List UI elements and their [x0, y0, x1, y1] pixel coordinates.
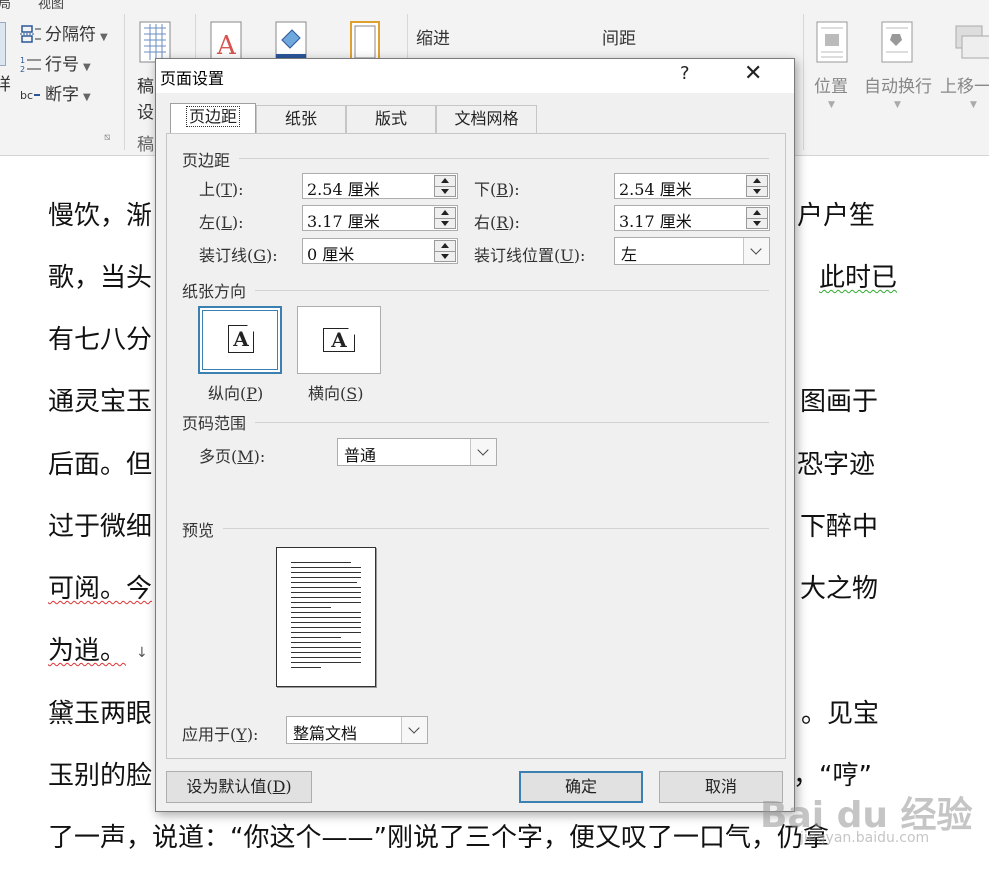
spin-up-icon[interactable]	[434, 240, 456, 251]
gutter-position-label: 装订线位置(U):	[474, 246, 586, 265]
spin-up-icon[interactable]	[434, 175, 456, 186]
spin-down-icon[interactable]	[746, 218, 768, 229]
tab-paper[interactable]: 纸张	[256, 105, 346, 133]
menu-layout[interactable]: 局	[0, 0, 11, 12]
margins-group-title: 页边距	[182, 151, 231, 170]
spin-down-icon[interactable]	[746, 186, 768, 197]
landscape-button[interactable]: A	[297, 306, 381, 374]
dialog-launcher-icon[interactable]: ⧅	[104, 132, 110, 143]
group-divider	[223, 528, 769, 529]
set-default-button[interactable]: 设为默认值(D)	[166, 771, 312, 803]
chevron-down-icon[interactable]	[743, 238, 769, 264]
bottom-margin-label: 下(B):	[474, 180, 520, 199]
position-icon[interactable]	[813, 20, 853, 64]
apply-to-select[interactable]: 整篇文档	[286, 716, 428, 744]
spin-down-icon[interactable]	[434, 251, 456, 262]
spin-up-icon[interactable]	[434, 207, 456, 218]
preview-group-title: 预览	[182, 521, 215, 540]
baidu-watermark-logo: Bai du 经验 jingyan.baidu.com	[760, 786, 973, 856]
spin-up-icon[interactable]	[746, 175, 768, 186]
group-divider	[239, 158, 769, 159]
top-margin-input[interactable]: 2.54 厘米	[302, 173, 458, 199]
chevron-down-icon: ▼	[970, 100, 977, 110]
chevron-down-icon: ▼	[83, 92, 91, 103]
landscape-page-icon: A	[323, 328, 355, 352]
wrap-text-icon[interactable]	[878, 20, 918, 64]
chevron-down-icon: ▼	[83, 62, 91, 73]
close-icon[interactable]: ✕	[744, 61, 762, 86]
help-button[interactable]: ?	[680, 63, 690, 84]
preview-page-icon	[276, 547, 376, 687]
spin-up-icon[interactable]	[746, 207, 768, 218]
menu-view[interactable]: 视图	[38, 0, 64, 12]
page-setup-dialog: 页面设置 ? ✕ 页边距 纸张 版式 文档网格 页边距 上(T): 2.54 厘…	[155, 58, 795, 812]
hyphenation-button[interactable]: bc 断字 ▼	[20, 80, 91, 105]
group-divider	[255, 422, 769, 423]
group-divider	[255, 290, 769, 291]
portrait-label: 纵向(P)	[208, 384, 264, 403]
chevron-down-icon: ▼	[894, 100, 901, 110]
spin-down-icon[interactable]	[434, 218, 456, 229]
chevron-down-icon: ▼	[828, 100, 835, 110]
line-numbers-icon: 12	[20, 56, 41, 73]
bottom-margin-input[interactable]: 2.54 厘米	[614, 173, 770, 199]
orientation-group-title: 纸张方向	[182, 282, 247, 301]
pages-group-title: 页码范围	[182, 414, 247, 433]
spin-down-icon[interactable]	[434, 186, 456, 197]
bring-forward-label: 上移一	[940, 77, 989, 97]
top-margin-label: 上(T):	[199, 180, 244, 199]
spacing-label: 间距	[602, 29, 636, 49]
menu-bar: 局 视图	[0, 0, 989, 14]
left-margin-label: 左(L):	[199, 213, 244, 232]
portrait-page-icon: A	[228, 325, 254, 353]
margins-panel: 页边距 上(T): 2.54 厘米 下(B): 2.54 厘米 左(L): 3.…	[166, 133, 786, 759]
tab-document-grid[interactable]: 文档网格	[436, 105, 537, 133]
ok-button[interactable]: 确定	[519, 771, 643, 803]
line-numbers-label: 行号	[45, 55, 79, 75]
clipped-icon	[0, 22, 6, 66]
manuscript-label-2: 设	[137, 103, 154, 123]
svg-text:A: A	[216, 31, 237, 61]
paragraph-mark-icon: ↓	[136, 645, 148, 661]
line-numbers-button[interactable]: 1 2 行号 ▼	[20, 50, 91, 75]
chevron-down-icon: ▼	[100, 32, 108, 43]
breaks-icon	[20, 25, 41, 43]
multiple-pages-label: 多页(M):	[199, 447, 266, 466]
watermark-url: jingyan.baidu.com	[800, 830, 930, 846]
ribbon-separator	[124, 14, 125, 150]
wrap-text-label: 自动换行	[864, 77, 932, 97]
dialog-title: 页面设置	[160, 69, 225, 88]
multiple-pages-select[interactable]: 普通	[337, 438, 497, 466]
manuscript-group-label: 稿	[137, 135, 154, 155]
gutter-label: 装订线(G):	[199, 246, 278, 265]
chevron-down-icon[interactable]	[401, 717, 427, 743]
tab-layout[interactable]: 版式	[346, 105, 436, 133]
bring-forward-icon[interactable]	[952, 20, 989, 64]
apply-to-label: 应用于(Y):	[182, 725, 259, 744]
svg-text:bc: bc	[20, 89, 33, 102]
svg-text:1: 1	[20, 56, 25, 65]
breaks-label: 分隔符	[45, 25, 96, 45]
breaks-button[interactable]: 分隔符 ▼	[20, 20, 108, 45]
position-label: 位置	[814, 77, 848, 97]
landscape-label: 横向(S)	[308, 384, 364, 403]
manuscript-label-1: 稿	[137, 77, 154, 97]
ribbon-separator	[803, 14, 804, 150]
gutter-input[interactable]: 0 厘米	[302, 238, 458, 264]
svg-text:2: 2	[20, 65, 25, 73]
tab-margins[interactable]: 页边距	[170, 103, 256, 134]
indent-label: 缩进	[416, 29, 450, 49]
portrait-button[interactable]: A	[198, 306, 282, 374]
right-margin-label: 右(R):	[474, 213, 520, 232]
dialog-title-bar[interactable]: 页面设置 ? ✕	[156, 59, 794, 93]
hyphenation-label: 断字	[45, 85, 79, 105]
right-margin-input[interactable]: 3.17 厘米	[614, 205, 770, 231]
left-margin-input[interactable]: 3.17 厘米	[302, 205, 458, 231]
hyphenation-icon: bc	[20, 89, 40, 102]
chevron-down-icon[interactable]	[470, 439, 496, 465]
gutter-position-select[interactable]: 左	[614, 237, 770, 265]
ribbon-clipped-label: 样	[0, 75, 11, 95]
